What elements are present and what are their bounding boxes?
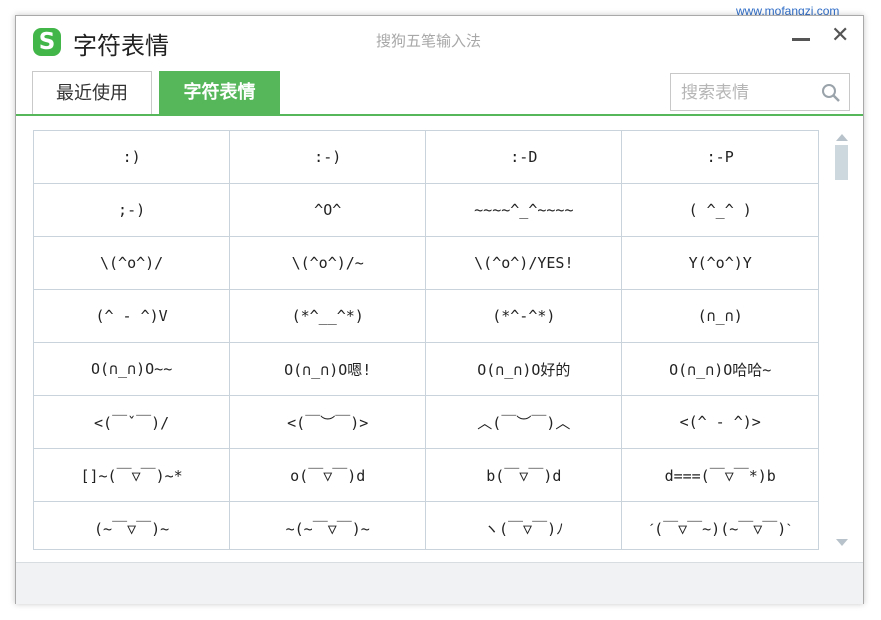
emoticon-row: \(^o^)/\(^o^)/~ \(^o^)/YES! Y(^o^)Y [34,236,818,290]
emoticon-cell[interactable]: ~~~~^_^~~~~ [425,183,623,237]
emoticon-cell[interactable]: :-D [425,131,623,184]
emoticon-cell[interactable]: \(^o^)/ [34,236,231,290]
emoticon-row: (~￣▽￣)~ ~(~￣▽￣)~ ヽ(￣▽￣)ﾉ ˊ(￣▽￣~)(~￣▽￣)ˋ [34,501,818,549]
tab-emoticons[interactable]: 字符表情 [159,71,280,116]
footer-bar [16,562,863,604]
emoticon-table: :):-):-D:-P ;-) ^O^ ~~~~^_^~~~~( ^_^ ) \(^o^… [34,131,818,549]
emoticon-row: <(￣ˇ￣)/<(￣︶￣)> ︿(￣︶￣)︿ <(^ - ^)> [34,395,818,449]
emoticon-grid: :):-):-D:-P ;-) ^O^ ~~~~^_^~~~~( ^_^ ) \(^o^… [33,130,819,550]
emoticon-cell[interactable]: O(∩_∩)O~~ [34,342,231,396]
emoticon-cell[interactable]: O(∩_∩)O好的 [425,342,623,396]
window-title: 字符表情 [73,32,169,60]
emoticon-row: (^ - ^)V (*^__^*) (*^-^*) (∩_∩) [34,289,818,343]
app-name: 搜狗五笔输入法 [376,32,482,50]
emoticon-cell[interactable]: (*^__^*) [229,289,427,343]
emoticon-cell[interactable]: []~(￣▽￣)~* [34,448,231,502]
emoticon-row: O(∩_∩)O~~ O(∩_∩)O嗯! O(∩_∩)O好的 O(∩_∩)O哈哈~ [34,342,818,396]
emoticon-cell[interactable]: :-) [229,131,427,184]
search-icon[interactable] [821,83,841,103]
emoticon-cell[interactable]: Y(^o^)Y [621,236,818,290]
emoticon-window: S 字符表情 搜狗五笔输入法 ✕ 最近使用 字符表情 :):-):-D:-P;-… [15,15,864,604]
tab-bar: 最近使用 字符表情 [16,71,863,116]
emoticon-cell[interactable]: <(^ - ^)> [621,395,818,449]
emoticon-cell[interactable]: :-P [621,131,818,184]
emoticon-cell[interactable]: (∩_∩) [621,289,818,343]
emoticon-cell[interactable]: ( ^_^ ) [621,183,818,237]
emoticon-cell[interactable]: :) [34,131,231,184]
emoticon-cell[interactable]: ;-) [34,183,231,237]
emoticon-cell[interactable]: ヽ(￣▽￣)ﾉ [425,501,623,549]
scrollbar[interactable] [833,130,850,550]
tab-underline [16,114,863,116]
minimize-button[interactable] [792,38,810,41]
tab-recent[interactable]: 最近使用 [32,71,152,114]
emoticon-cell[interactable]: d===(￣▽￣*)b [621,448,818,502]
emoticon-cell[interactable]: \(^o^)/~ [229,236,427,290]
emoticon-cell[interactable]: (*^-^*) [425,289,623,343]
search-box [670,73,850,111]
scroll-down-arrow-icon[interactable] [836,539,848,546]
close-button[interactable]: ✕ [831,23,849,48]
emoticon-cell[interactable]: <(￣︶￣)> [229,395,427,449]
emoticon-cell[interactable]: <(￣ˇ￣)/ [34,395,231,449]
emoticon-row: ;-) ^O^ ~~~~^_^~~~~( ^_^ ) [34,183,818,237]
sogou-logo-icon: S [33,28,61,56]
search-input[interactable] [679,80,818,106]
emoticon-cell[interactable]: O(∩_∩)O哈哈~ [621,342,818,396]
emoticon-cell[interactable]: (~￣▽￣)~ [34,501,231,549]
emoticon-row: :):-):-D:-P [34,131,818,184]
emoticon-cell[interactable]: O(∩_∩)O嗯! [229,342,427,396]
emoticon-cell[interactable]: ~(~￣▽￣)~ [229,501,427,549]
emoticon-cell[interactable]: ︿(￣︶￣)︿ [425,395,623,449]
scroll-up-arrow-icon[interactable] [836,134,848,141]
emoticon-row: []~(￣▽￣)~* o(￣▽￣)d b(￣▽￣)d d===(￣▽￣*)b [34,448,818,502]
title-bar: S 字符表情 搜狗五笔输入法 ✕ [16,16,863,71]
emoticon-cell[interactable]: \(^o^)/YES! [425,236,623,290]
emoticon-cell[interactable]: ˊ(￣▽￣~)(~￣▽￣)ˋ [621,501,818,549]
emoticon-cell[interactable]: (^ - ^)V [34,289,231,343]
emoticon-cell[interactable]: ^O^ [229,183,427,237]
scroll-thumb[interactable] [835,145,848,180]
emoticon-cell[interactable]: o(￣▽￣)d [229,448,427,502]
emoticon-cell[interactable]: b(￣▽￣)d [425,448,623,502]
